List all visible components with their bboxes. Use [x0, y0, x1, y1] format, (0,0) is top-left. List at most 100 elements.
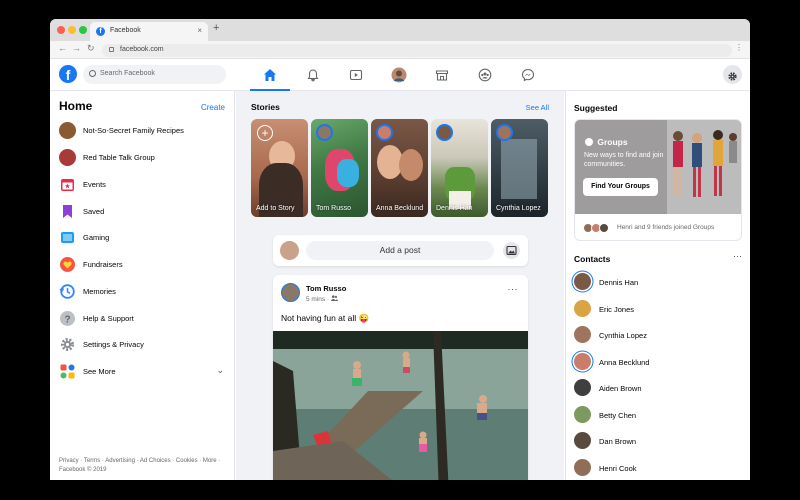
stories-heading: Stories — [251, 102, 280, 112]
feed-post: Tom Russo 5 mins · ··· Not having fun at… — [273, 275, 528, 480]
avatar — [599, 223, 609, 233]
nav-messenger-tab[interactable] — [508, 59, 548, 91]
address-bar[interactable]: facebook.com — [102, 44, 732, 57]
contact-item[interactable]: Anna Becklund — [574, 352, 744, 373]
contact-name: Henri Cook — [599, 463, 637, 473]
post-author-avatar[interactable] — [281, 283, 300, 302]
contact-item[interactable]: Henri Cook — [574, 458, 744, 479]
facebook-logo-icon[interactable]: f — [59, 65, 77, 83]
story-card-cynthia-lopez[interactable]: Cynthia Lopez — [491, 119, 548, 217]
reload-button[interactable]: ↻ — [87, 43, 95, 54]
home-icon — [264, 69, 276, 81]
new-tab-button[interactable]: + — [213, 22, 219, 34]
contact-item[interactable]: Betty Chen — [574, 405, 744, 426]
nav-marketplace-tab[interactable] — [422, 59, 462, 91]
sidebar-item-red-table-talk[interactable]: Red Table Talk Group — [59, 149, 229, 169]
contact-item[interactable]: Dan Brown — [574, 432, 744, 452]
contact-item[interactable]: Cynthia Lopez — [574, 326, 744, 346]
avatar — [574, 273, 591, 290]
browser-tab[interactable]: f Facebook × — [90, 22, 208, 41]
sidebar-item-saved[interactable]: Saved — [59, 203, 229, 223]
story-avatar — [496, 124, 513, 141]
find-your-groups-button[interactable]: Find Your Groups — [583, 178, 658, 196]
groups-icon — [585, 138, 593, 146]
story-avatar — [316, 124, 333, 141]
contacts-options-button[interactable]: ··· — [733, 251, 742, 261]
story-avatar — [436, 124, 453, 141]
post-options-button[interactable]: ··· — [508, 284, 519, 294]
sidebar-item-fundraisers[interactable]: Fundraisers — [59, 256, 229, 276]
groups-joined-info: Henri and 9 friends joined Groups — [575, 214, 741, 240]
lock-icon — [109, 47, 114, 52]
see-all-stories-link[interactable]: See All — [526, 103, 549, 112]
search-icon — [89, 70, 96, 77]
maximize-window-button[interactable] — [79, 26, 87, 34]
nav-profile-tab[interactable] — [379, 59, 419, 91]
sidebar-item-label: Not-So-Secret Family Recipes — [83, 126, 184, 135]
sidebar-item-settings-privacy[interactable]: Settings & Privacy — [59, 336, 229, 356]
nav-groups-tab[interactable] — [465, 59, 505, 91]
sidebar-item-events[interactable]: Events — [59, 176, 229, 196]
avatar — [574, 352, 591, 370]
avatar — [574, 405, 591, 423]
nav-watch-tab[interactable] — [336, 59, 376, 91]
story-name: Tom Russo — [316, 205, 352, 212]
browser-menu-button[interactable]: ⋮ — [735, 43, 743, 52]
browser-tabbar: f Facebook × + — [50, 19, 750, 41]
forward-button[interactable]: → — [72, 43, 81, 53]
story-card-add[interactable]: + Add to Story — [251, 119, 308, 217]
sidebar-item-label: Help & Support — [83, 314, 134, 323]
svg-text:?: ? — [64, 314, 70, 325]
sidebar-item-gaming[interactable]: Gaming — [59, 229, 229, 249]
story-name: Dennis Han — [436, 205, 473, 212]
post-timestamp: 5 mins · — [306, 295, 338, 303]
story-avatar — [376, 124, 393, 141]
nav-home-tab[interactable] — [250, 59, 290, 91]
story-pinata-image — [337, 159, 359, 187]
sidebar-item-label: Red Table Talk Group — [83, 153, 155, 162]
story-card-dennis-han[interactable]: Dennis Han — [431, 119, 488, 217]
video-icon — [349, 69, 363, 81]
contact-item[interactable]: Aiden Brown — [574, 379, 744, 399]
story-name: Anna Becklund — [376, 205, 424, 212]
settings-button[interactable] — [723, 65, 742, 84]
profile-avatar-icon — [391, 67, 407, 83]
story-card-tom-russo[interactable]: Tom Russo — [311, 119, 368, 217]
close-window-button[interactable] — [57, 26, 65, 34]
post-author-name[interactable]: Tom Russo — [306, 284, 346, 293]
sidebar-item-family-recipes[interactable]: Not-So-Secret Family Recipes — [59, 122, 229, 142]
gaming-icon — [61, 232, 74, 243]
avatar — [574, 379, 591, 396]
sidebar-item-see-more[interactable]: See More ⌄ — [59, 363, 229, 383]
red-table-talk-group-icon — [59, 149, 76, 166]
add-story-plus-icon[interactable]: + — [257, 125, 273, 141]
contact-item[interactable]: Eric Jones — [574, 299, 744, 320]
avatar — [574, 458, 591, 476]
heart-icon — [60, 257, 75, 272]
avatar[interactable] — [280, 241, 299, 260]
contact-item[interactable]: Dennis Han — [574, 273, 744, 293]
story-card-anna-becklund[interactable]: Anna Becklund — [371, 119, 428, 217]
sidebar-item-help-support[interactable]: ? Help & Support — [59, 310, 229, 330]
add-photo-button[interactable] — [503, 242, 520, 259]
create-link[interactable]: Create — [201, 103, 225, 112]
gear-icon — [61, 338, 74, 351]
back-button[interactable]: ← — [58, 43, 67, 53]
contact-name: Dan Brown — [599, 437, 637, 446]
tab-close-icon[interactable]: × — [197, 26, 202, 35]
sidebar-item-label: Events — [83, 180, 106, 189]
footer-links[interactable]: Privacy · Terms · Advertising · Ad Choic… — [59, 457, 224, 475]
avatar — [574, 299, 591, 317]
post-photo[interactable] — [273, 331, 528, 480]
chevron-down-icon[interactable]: ⌄ — [216, 365, 224, 376]
add-post-input[interactable]: Add a post — [306, 241, 494, 260]
search-placeholder: Search Facebook — [100, 70, 155, 77]
browser-toolbar: ← → ↻ facebook.com ⋮ — [50, 41, 750, 59]
search-input[interactable]: Search Facebook — [83, 65, 226, 84]
minimize-window-button[interactable] — [68, 26, 76, 34]
suggested-heading: Suggested — [574, 103, 618, 113]
left-sidebar: Home Create Not-So-Secret Family Recipes… — [50, 91, 235, 480]
sidebar-item-memories[interactable]: Memories — [59, 283, 229, 303]
groups-heading-text: Groups — [597, 137, 628, 147]
nav-notifications-tab[interactable] — [293, 59, 333, 91]
